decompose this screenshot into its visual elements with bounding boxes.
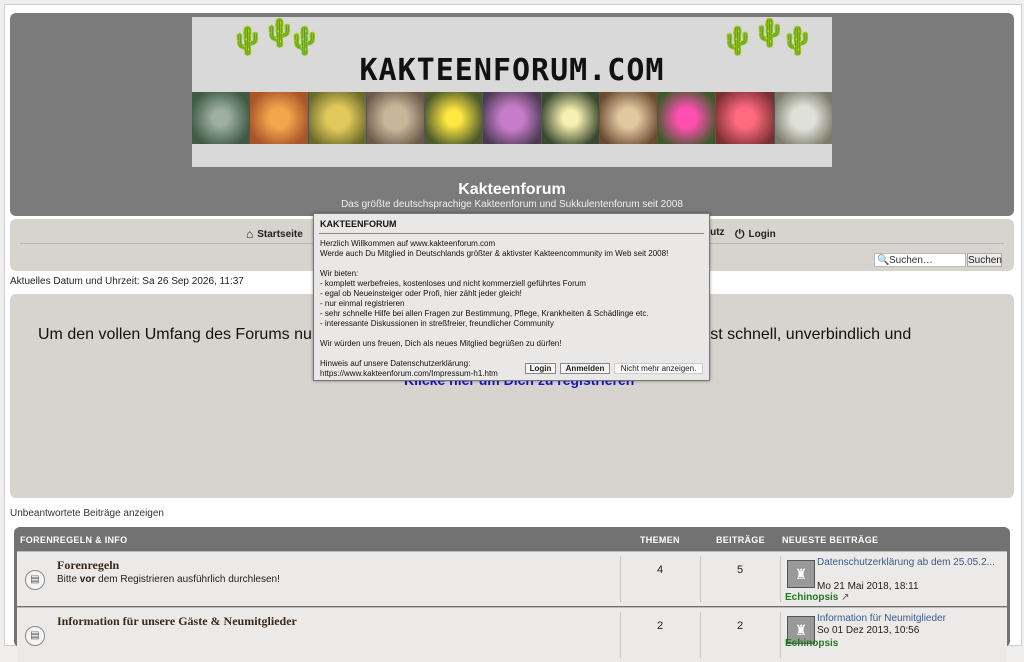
nav-home[interactable]: ⌂ Startseite bbox=[246, 227, 303, 241]
banner-title: KAKTEENFORUM.COM bbox=[359, 53, 665, 88]
cactus-icon: 🌵 bbox=[780, 25, 815, 56]
nav-login[interactable]: ⏻ Login bbox=[735, 227, 776, 242]
column-divider bbox=[620, 612, 621, 658]
topics-count: 4 bbox=[656, 564, 664, 576]
cactus-photo bbox=[425, 92, 484, 144]
column-divider bbox=[700, 612, 701, 658]
current-datetime: Aktuelles Datum und Uhrzeit: Sa 26 Sep 2… bbox=[10, 276, 244, 287]
cactus-photo-strip bbox=[192, 92, 832, 144]
cactus-photo bbox=[541, 92, 600, 144]
nav-home-label: Startseite bbox=[257, 228, 303, 240]
posts-count: 2 bbox=[736, 620, 744, 632]
column-divider bbox=[700, 556, 701, 602]
cactus-photo bbox=[658, 92, 717, 144]
unanswered-posts-link[interactable]: Unbeantwortete Beiträge anzeigen bbox=[10, 508, 164, 519]
site-banner[interactable]: 🌵 🌵 🌵 KAKTEENFORUM.COM 🌵 🌵 🌵 bbox=[192, 17, 832, 167]
site-title: Kakteenforum bbox=[458, 181, 566, 198]
home-icon: ⌂ bbox=[246, 227, 254, 241]
column-divider bbox=[780, 556, 781, 602]
cactus-photo bbox=[483, 92, 542, 144]
table-row: ▤ Forenregeln Bitte vor dem Registrieren… bbox=[17, 551, 1007, 606]
forum-title[interactable]: Forenregeln bbox=[57, 558, 119, 573]
column-divider bbox=[620, 556, 621, 602]
last-post-date: Mo 21 Mai 2018, 18:11 bbox=[817, 581, 919, 592]
last-post-title[interactable]: Datenschutzerklärung ab dem 25.05.2... bbox=[817, 557, 997, 569]
power-icon: ⏻ bbox=[735, 227, 745, 241]
site-subtitle: Das größte deutschsprachige Kakteenforum… bbox=[341, 199, 683, 210]
dialog-body: Herzlich Willkommen auf www.kakteenforum… bbox=[320, 239, 669, 378]
cactus-icon: 🌵 bbox=[287, 25, 322, 56]
dialog-register-button[interactable]: Anmelden bbox=[560, 363, 610, 374]
nav-login-label: Login bbox=[748, 229, 776, 240]
cactus-photo bbox=[308, 92, 367, 144]
cactus-photo bbox=[250, 92, 309, 144]
table-row: ▤ Information für unsere Gäste & Neumitg… bbox=[17, 607, 1007, 662]
last-post-date: So 01 Dez 2013, 10:56 bbox=[817, 625, 920, 636]
dialog-divider bbox=[319, 233, 704, 234]
welcome-dialog: KAKTEENFORUM Herzlich Willkommen auf www… bbox=[313, 213, 710, 381]
column-divider bbox=[780, 612, 781, 658]
dialog-title: KAKTEENFORUM bbox=[320, 219, 397, 229]
search-input[interactable]: 🔍 Suchen… bbox=[874, 253, 966, 267]
dialog-login-button[interactable]: Login bbox=[525, 363, 556, 374]
topics-count: 2 bbox=[656, 620, 664, 632]
posts-header: BEITRÄGE bbox=[716, 535, 765, 545]
cactus-photo bbox=[599, 92, 659, 144]
search-button[interactable]: Suchen bbox=[967, 253, 1002, 267]
cactus-icon: 🌵 bbox=[230, 25, 265, 56]
latest-header: NEUESTE BEITRÄGE bbox=[782, 535, 879, 545]
forum-read-icon: ▤ bbox=[25, 626, 45, 646]
search-placeholder: Suchen… bbox=[889, 255, 933, 266]
forum-description: Bitte vor dem Registrieren ausführlich d… bbox=[57, 574, 280, 585]
posts-count: 5 bbox=[736, 564, 744, 576]
last-post-title[interactable]: Information für Neumitglieder bbox=[817, 613, 997, 625]
cactus-photo bbox=[192, 92, 251, 144]
forum-header[interactable]: FORENREGELN & INFO bbox=[20, 535, 127, 545]
forum-read-icon: ▤ bbox=[25, 570, 45, 590]
topics-header: THEMEN bbox=[640, 535, 680, 545]
cactus-icon: 🌵 bbox=[720, 25, 755, 56]
cactus-photo bbox=[716, 92, 775, 144]
avatar[interactable]: ♜ bbox=[787, 560, 815, 588]
goto-post-icon[interactable]: ↗ bbox=[841, 592, 849, 603]
search-icon: 🔍 bbox=[877, 255, 890, 266]
cactus-photo bbox=[774, 92, 832, 144]
forum-category-table: FORENREGELN & INFO THEMEN BEITRÄGE NEUES… bbox=[14, 527, 1010, 662]
last-post-user[interactable]: Echinopsis ↗ bbox=[785, 592, 850, 603]
dialog-dismiss-button[interactable]: Nicht mehr anzeigen. bbox=[614, 363, 703, 374]
cactus-photo bbox=[366, 92, 426, 144]
forum-title[interactable]: Information für unsere Gäste & Neumitgli… bbox=[57, 614, 297, 629]
